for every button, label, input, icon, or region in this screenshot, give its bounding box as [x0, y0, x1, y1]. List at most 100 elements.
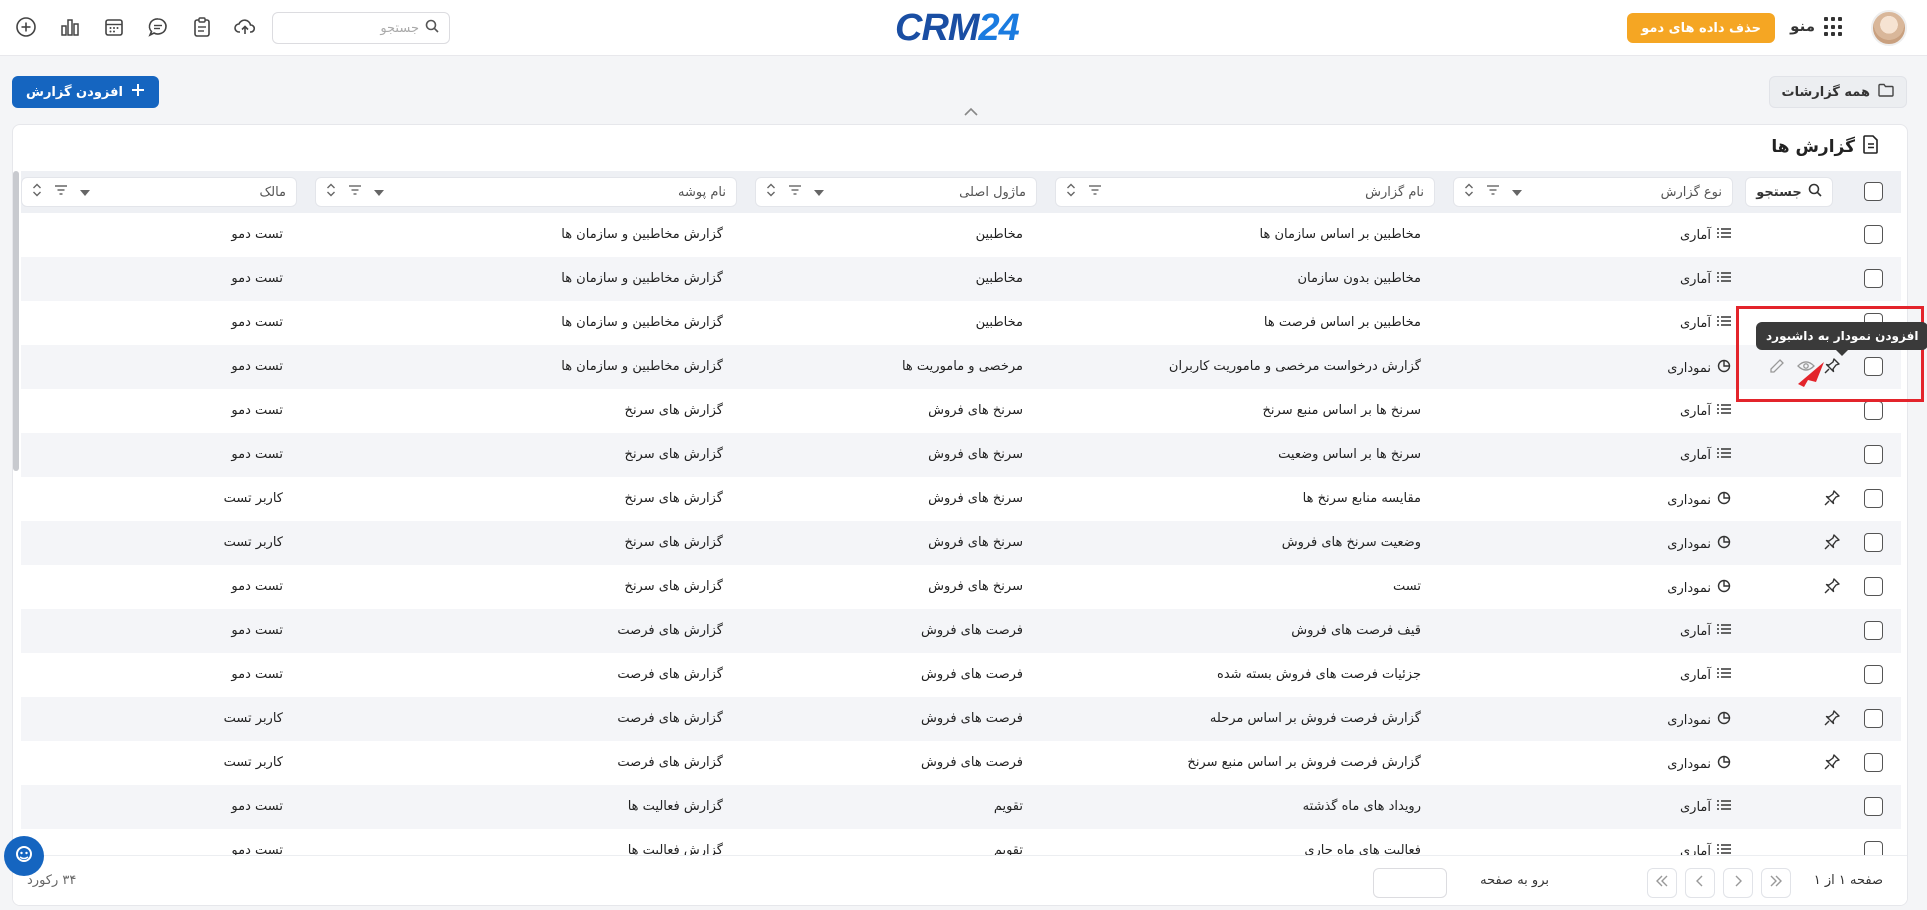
go-to-page-input[interactable] [1373, 868, 1447, 898]
report-name-cell[interactable]: قیف فرصت های فروش [1291, 623, 1421, 638]
table-row[interactable]: آماری سرنخ ها بر اساس وضعیت سرنخ های فروش گ… [21, 433, 1901, 477]
report-name-cell[interactable]: مخاطبین بدون سازمان [1297, 271, 1421, 286]
row-checkbox[interactable] [1864, 445, 1883, 464]
report-name-cell[interactable]: تست [1393, 579, 1421, 594]
bar-chart-icon[interactable] [57, 14, 83, 40]
apps-grid-icon[interactable] [1822, 17, 1842, 37]
table-row[interactable]: آماری مخاطبین بدون سازمان مخاطبین گزارش مخا… [21, 257, 1901, 301]
table-row[interactable]: نموداری وضعیت سرنخ های فروش سرنخ های فروش گ… [21, 521, 1901, 565]
report-name-cell[interactable]: جزئیات فرصت های فروش بسته شده [1217, 667, 1421, 682]
report-name-cell[interactable]: مخاطبین بر اساس سازمان ها [1260, 227, 1421, 242]
table-row[interactable]: آماری مخاطبین بر اساس سازمان ها مخاطبین گزا… [21, 213, 1901, 257]
collapse-chevron-up-icon[interactable] [962, 106, 980, 122]
dropdown-caret-icon[interactable] [374, 185, 384, 200]
global-search-input[interactable] [283, 20, 419, 36]
column-header-type[interactable]: نوع گزارش [1453, 177, 1733, 207]
row-checkbox[interactable] [1864, 665, 1883, 684]
table-row[interactable]: نموداری تست سرنخ های فروش گزارش های سرنخ تست… [21, 565, 1901, 609]
report-type-cell: آماری [1680, 403, 1731, 419]
crm24-logo[interactable]: CRM 24 [895, 7, 1020, 49]
add-report-button[interactable]: افزودن گزارش [12, 76, 159, 108]
report-name-cell[interactable]: گزارش درخواست مرخصی و ماموریت کاربران [1169, 359, 1421, 374]
global-search[interactable] [272, 12, 450, 44]
row-checkbox[interactable] [1864, 621, 1883, 640]
pin-icon[interactable] [1823, 577, 1841, 599]
report-name-cell[interactable]: سرنخ ها بر اساس وضعیت [1278, 447, 1421, 462]
sort-icon[interactable] [1066, 183, 1076, 201]
column-search-button[interactable]: جستجو [1745, 177, 1833, 207]
sort-icon[interactable] [766, 183, 776, 201]
user-avatar[interactable] [1871, 10, 1907, 46]
row-checkbox[interactable] [1864, 577, 1883, 596]
calendar-icon[interactable] [101, 14, 127, 40]
dropdown-caret-icon[interactable] [80, 185, 90, 200]
pie-chart-icon [1717, 359, 1731, 377]
table-row[interactable]: آماری قیف فرصت های فروش فرصت های فروش گزارش… [21, 609, 1901, 653]
all-reports-button[interactable]: همه گزارشات [1768, 76, 1907, 108]
filter-icon[interactable] [54, 184, 68, 200]
pin-icon[interactable] [1823, 489, 1841, 511]
previous-page-button[interactable] [1723, 868, 1753, 898]
report-name-cell[interactable]: سرنخ ها بر اساس منبع سرنخ [1263, 403, 1421, 418]
filter-icon[interactable] [1088, 184, 1102, 200]
report-type-text: آماری [1680, 843, 1711, 856]
filter-icon[interactable] [348, 184, 362, 200]
report-name-cell[interactable]: مقایسه منابع سرنخ ها [1303, 491, 1421, 506]
table-row[interactable]: نموداری گزارش فرصت فروش بر اساس مرحله فرصت… [21, 697, 1901, 741]
support-chat-button[interactable] [4, 836, 44, 876]
sort-icon[interactable] [326, 183, 336, 201]
filter-icon[interactable] [1486, 184, 1500, 200]
table-row[interactable]: نموداری گزارش فرصت فروش بر اساس منبع سرنخ… [21, 741, 1901, 785]
last-page-button[interactable] [1647, 868, 1677, 898]
report-name-cell[interactable]: مخاطبین بر اساس فرصت ها [1264, 315, 1421, 330]
row-checkbox[interactable] [1864, 797, 1883, 816]
sort-icon[interactable] [32, 183, 42, 201]
row-checkbox[interactable] [1864, 489, 1883, 508]
sort-icon[interactable] [1464, 183, 1474, 201]
pin-icon[interactable] [1823, 753, 1841, 775]
row-checkbox[interactable] [1864, 225, 1883, 244]
report-name-cell[interactable]: رویداد های ماه گذشته [1303, 799, 1421, 814]
table-row[interactable]: آماری جزئیات فرصت های فروش بسته شده فرصت ه… [21, 653, 1901, 697]
table-row[interactable]: نموداری گزارش درخواست مرخصی و ماموریت کار… [21, 345, 1901, 389]
pin-icon[interactable] [1823, 533, 1841, 555]
first-page-button[interactable] [1761, 868, 1791, 898]
table-row[interactable]: نموداری مقایسه منابع سرنخ ها سرنخ های فروش… [21, 477, 1901, 521]
report-name-cell[interactable]: فعالیت های ماه جاری [1304, 843, 1421, 855]
row-checkbox[interactable] [1864, 401, 1883, 420]
add-circle-icon[interactable] [13, 14, 39, 40]
menu-label[interactable]: منو [1790, 17, 1815, 35]
report-name-cell[interactable]: وضعیت سرنخ های فروش [1282, 535, 1421, 550]
report-name-cell[interactable]: گزارش فرصت فروش بر اساس مرحله [1210, 711, 1421, 726]
cloud-upload-icon[interactable] [232, 14, 258, 40]
vertical-scrollbar[interactable] [13, 171, 19, 471]
filter-icon[interactable] [788, 184, 802, 200]
clipboard-icon[interactable] [189, 14, 215, 40]
row-checkbox[interactable] [1864, 357, 1883, 376]
row-checkbox[interactable] [1864, 753, 1883, 772]
next-page-button[interactable] [1685, 868, 1715, 898]
report-type-cell: نموداری [1667, 535, 1731, 553]
column-header-folder[interactable]: نام پوشه [315, 177, 737, 207]
edit-icon[interactable] [1769, 358, 1785, 378]
chat-icon[interactable] [145, 14, 171, 40]
table-row[interactable]: آماری رویداد های ماه گذشته تقویم گزارش فعال… [21, 785, 1901, 829]
table-row[interactable]: آماری فعالیت های ماه جاری تقویم گزارش فعالی… [21, 829, 1901, 855]
table-row[interactable]: آماری مخاطبین بر اساس فرصت ها مخاطبین گزارش… [21, 301, 1901, 345]
row-checkbox[interactable] [1864, 269, 1883, 288]
row-checkbox[interactable] [1864, 533, 1883, 552]
report-type-text: آماری [1680, 667, 1711, 683]
dropdown-caret-icon[interactable] [814, 185, 824, 200]
report-name-cell[interactable]: گزارش فرصت فروش بر اساس منبع سرنخ [1187, 755, 1421, 770]
row-checkbox[interactable] [1864, 709, 1883, 728]
column-header-owner[interactable]: مالک [21, 177, 297, 207]
pin-icon[interactable] [1823, 709, 1841, 731]
column-owner-label: مالک [259, 184, 286, 200]
select-all-checkbox[interactable] [1864, 182, 1883, 201]
column-header-name[interactable]: نام گزارش [1055, 177, 1435, 207]
table-row[interactable]: آماری سرنخ ها بر اساس منبع سرنخ سرنخ های ف… [21, 389, 1901, 433]
dropdown-caret-icon[interactable] [1512, 185, 1522, 200]
delete-demo-data-button[interactable]: حذف داده های دمو [1627, 13, 1775, 43]
column-header-module[interactable]: ماژول اصلی [755, 177, 1037, 207]
row-checkbox[interactable] [1864, 841, 1883, 855]
